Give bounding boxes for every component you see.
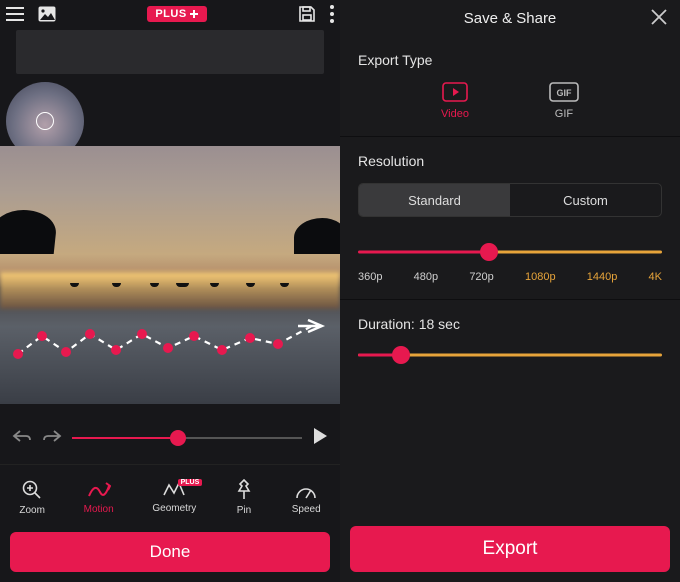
section-title: Export Type xyxy=(358,52,662,68)
section-title: Duration: 18 sec xyxy=(358,316,662,332)
resolution-labels: 360p 480p 720p 1080p 1440p 4K xyxy=(358,271,662,283)
svg-text:GIF: GIF xyxy=(556,88,572,98)
export-type-gif[interactable]: GIF GIF xyxy=(549,82,579,120)
play-icon[interactable] xyxy=(312,427,328,450)
duration-section: Duration: 18 sec xyxy=(340,300,680,380)
resolution-segments[interactable]: Standard Custom xyxy=(358,183,662,217)
playback-row xyxy=(0,418,340,458)
export-type-video[interactable]: Video xyxy=(441,82,469,120)
more-icon[interactable] xyxy=(330,5,334,23)
segment-custom[interactable]: Custom xyxy=(510,184,661,216)
tab-label: Zoom xyxy=(19,505,45,516)
segment-standard[interactable]: Standard xyxy=(359,184,510,216)
close-icon[interactable] xyxy=(650,8,668,30)
section-title: Resolution xyxy=(358,153,662,169)
done-button[interactable]: Done xyxy=(10,532,330,572)
tab-geometry[interactable]: PLUS Geometry xyxy=(152,481,196,514)
export-type-section: Export Type Video GIF GIF xyxy=(340,36,680,137)
type-label: GIF xyxy=(555,108,573,120)
duration-slider[interactable] xyxy=(358,346,662,364)
type-label: Video xyxy=(441,108,469,120)
tab-label: Speed xyxy=(292,504,321,515)
res-label: 720p xyxy=(469,271,493,283)
tab-speed[interactable]: Speed xyxy=(292,480,321,515)
export-button[interactable]: Export xyxy=(350,526,670,572)
tab-zoom[interactable]: Zoom xyxy=(19,479,45,516)
menu-icon[interactable] xyxy=(6,7,24,21)
preview-canvas[interactable] xyxy=(0,146,340,404)
toolbar-strip xyxy=(16,30,324,74)
motion-path xyxy=(8,314,332,374)
image-icon[interactable] xyxy=(38,6,56,22)
undo-icon[interactable] xyxy=(12,428,32,449)
plus-badge-label: PLUS xyxy=(155,8,186,20)
tab-motion[interactable]: Motion xyxy=(84,480,114,515)
res-label: 1440p xyxy=(587,271,618,283)
res-label: 360p xyxy=(358,271,382,283)
timeline-slider[interactable] xyxy=(72,426,302,450)
tab-label: Geometry xyxy=(152,503,196,514)
tab-label: Pin xyxy=(237,505,251,516)
res-label: 4K xyxy=(649,271,662,283)
editor-pane: PLUS xyxy=(0,0,340,582)
plus-badge[interactable]: PLUS xyxy=(147,6,206,22)
save-icon[interactable] xyxy=(298,5,316,23)
redo-icon[interactable] xyxy=(42,428,62,449)
top-bar: PLUS xyxy=(0,0,340,26)
save-share-panel: Save & Share Export Type Video GIF GIF R… xyxy=(340,0,680,582)
res-label: 480p xyxy=(414,271,438,283)
panel-header: Save & Share xyxy=(340,0,680,36)
tab-label: Motion xyxy=(84,504,114,515)
res-label: 1080p xyxy=(525,271,556,283)
premium-badge: PLUS xyxy=(178,479,203,486)
panel-title: Save & Share xyxy=(464,10,557,27)
resolution-section: Resolution Standard Custom 360p 480p 720… xyxy=(340,137,680,300)
resolution-slider[interactable] xyxy=(358,243,662,261)
tool-tabs: Zoom Motion PLUS Geometry Pin Speed xyxy=(0,464,340,530)
tab-pin[interactable]: Pin xyxy=(235,479,253,516)
